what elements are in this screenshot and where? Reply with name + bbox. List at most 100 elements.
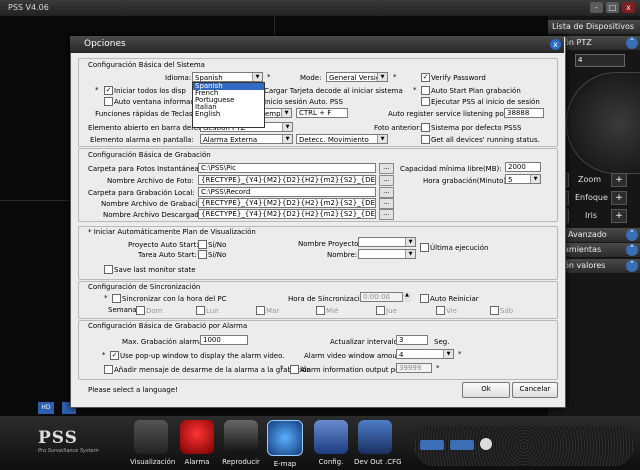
add-msg-checkbox[interactable] [104, 365, 113, 374]
iris-label: Iris [585, 211, 598, 220]
task-auto-checkbox[interactable] [198, 250, 207, 259]
auto-register-label: Auto register service listening port: [388, 110, 512, 118]
cancel-button[interactable]: Cancelar [512, 382, 558, 398]
popup-label: Use pop-up window to display the alarm v… [120, 352, 285, 360]
visualizacion-button[interactable]: Visualización [130, 420, 175, 470]
day-checkbox[interactable] [376, 306, 385, 315]
color-expand-icon[interactable]: ˄ [626, 260, 638, 272]
spin-icon[interactable]: ▲ [402, 292, 411, 302]
focus-plus-button[interactable]: + [611, 191, 627, 205]
ptz-collapse-icon[interactable]: ˄ [626, 37, 638, 49]
device-list-tab[interactable]: Lista de Dispositivos [548, 20, 640, 34]
sync-pc-label: Sincronizar con la hora del PC [122, 295, 227, 303]
save-last-checkbox[interactable] [104, 265, 113, 274]
day-label: Mié [326, 307, 339, 315]
motion-select[interactable]: Detecc. Movimiento ▼ [296, 134, 388, 144]
ptz-select[interactable]: 4 [575, 54, 625, 67]
start-all-checkbox[interactable]: ✓ [104, 86, 113, 95]
auto-restart-label: Auto Reiniciar [430, 295, 479, 303]
rec-time-select[interactable]: 5 ▼ [505, 174, 541, 184]
update-interval-field[interactable]: 3 [396, 335, 428, 345]
local-browse-button[interactable]: ... [379, 187, 394, 198]
auto-start-plan-checkbox[interactable] [421, 86, 430, 95]
down-name-browse-button[interactable]: ... [379, 209, 394, 220]
auto-window-checkbox[interactable] [104, 97, 113, 106]
chevron-down-icon: ▼ [282, 123, 292, 131]
mode-label: Mode: [300, 74, 322, 82]
iris-plus-button[interactable]: + [611, 209, 627, 223]
day-checkbox[interactable] [436, 306, 445, 315]
open-bar-label: Elemento abierto en barra derec... [88, 124, 209, 132]
photo-name-field[interactable]: {RECTYPE}_{Y4}{M2}{D2}{H2}{m2}{S2}_{DEVI… [198, 175, 376, 185]
language-option[interactable]: English [193, 111, 264, 118]
app-close-button[interactable]: x [622, 2, 635, 13]
info-port-label: Alarm information output port: [300, 366, 408, 374]
alarm-screen-select[interactable]: Alarma Externa ▼ [200, 134, 293, 144]
device-icon [420, 440, 444, 450]
project-name-label: Nombre Proyecto: [298, 240, 361, 248]
day-checkbox[interactable] [136, 306, 145, 315]
day-checkbox[interactable] [196, 306, 205, 315]
section-title: Configuración de Sincronización [88, 283, 201, 291]
film-clapper-icon [224, 420, 258, 454]
mode-select[interactable]: General Version ▼ [326, 72, 388, 82]
info-port-field[interactable]: 39999 [396, 363, 432, 373]
auto-restart-checkbox[interactable] [420, 294, 429, 303]
last-exec-checkbox[interactable] [420, 243, 429, 252]
zoom-label: Zoom [578, 175, 602, 184]
exec-pss-checkbox[interactable] [421, 97, 430, 106]
dialog-close-icon[interactable]: x [550, 39, 561, 50]
tools-expand-icon[interactable]: ˄ [626, 244, 638, 256]
alarm-light-icon [180, 420, 214, 454]
start-all-label: Iniciar todos los disp [114, 87, 186, 95]
project-auto-checkbox[interactable] [198, 240, 207, 249]
alarma-button[interactable]: Alarma [176, 420, 218, 470]
day-checkbox[interactable] [256, 306, 265, 315]
hotkeys-select[interactable]: empo i ▼ [262, 108, 292, 118]
gear-icon [314, 420, 348, 454]
language-select[interactable]: Spanish ▼ [192, 72, 263, 82]
sync-pc-checkbox[interactable] [112, 294, 121, 303]
photo-name-browse-button[interactable]: ... [379, 175, 394, 186]
task-name-select[interactable]: ▼ [358, 249, 416, 259]
min-capacity-field[interactable]: 2000 [505, 162, 541, 172]
project-name-select[interactable]: ▼ [358, 237, 416, 247]
max-alarm-field[interactable]: 1000 [200, 335, 248, 345]
minimize-button[interactable]: - [590, 2, 603, 13]
info-port-checkbox[interactable] [290, 365, 299, 374]
week-label: Semana [108, 306, 137, 314]
popup-checkbox[interactable]: ✓ [110, 351, 119, 360]
pss-logo: PSS [38, 428, 78, 448]
language-dropdown-list[interactable]: Spanish French Portuguese Italian Englis… [192, 82, 265, 128]
dev-out-cfg-button[interactable]: Dev Out .CFG [354, 420, 402, 470]
snapshot-browse-button[interactable]: ... [379, 163, 394, 174]
snapshot-folder-field[interactable]: C:\PSS\Pic [198, 163, 376, 173]
day-checkbox[interactable] [316, 306, 325, 315]
hd-button[interactable]: HD [38, 402, 54, 414]
alarm-screen-label: Elemento alarma en pantalla: [90, 136, 194, 144]
local-folder-field[interactable]: C:\PSS\Record [198, 187, 376, 197]
advanced-expand-icon[interactable]: ˅ [626, 229, 638, 241]
get-status-checkbox[interactable] [421, 135, 430, 144]
config-button[interactable]: Config. [310, 420, 352, 470]
hotkey-field[interactable]: CTRL + F [296, 108, 348, 118]
window-amount-select[interactable]: 4 ▼ [396, 349, 454, 359]
day-checkbox[interactable] [490, 306, 499, 315]
rec-name-browse-button[interactable]: ... [379, 198, 394, 209]
rec-name-field[interactable]: {RECTYPE}_{Y4}{M2}{D2}{H2}{m2}{S2}_{DEVI… [198, 198, 376, 208]
ok-button[interactable]: Ok [462, 382, 510, 398]
exec-pss-label: Ejecutar PSS al inicio de sesión [431, 98, 540, 106]
app-title: PSS V4.06 [8, 3, 49, 12]
reproducir-button[interactable]: Reproducir [220, 420, 262, 470]
default-pss-checkbox[interactable] [421, 123, 430, 132]
zoom-in-button[interactable]: + [611, 173, 627, 187]
down-name-field[interactable]: {RECTYPE}_{Y4}{M2}{D2}{H2}{m2}{S2}_{DEVI… [198, 209, 376, 219]
chevron-down-icon: ▼ [281, 109, 291, 117]
section-title: Configuración Básica de Grabación [88, 151, 211, 159]
emap-button[interactable]: E-map [264, 420, 306, 470]
register-port-field[interactable]: 38888 [504, 108, 544, 118]
min-capacity-label: Capacidad mínima libre(MB): [400, 165, 502, 173]
verify-password-checkbox[interactable]: ✓ [421, 73, 430, 82]
focus-label: Enfoque [575, 193, 608, 202]
maximize-button[interactable]: □ [606, 2, 619, 13]
